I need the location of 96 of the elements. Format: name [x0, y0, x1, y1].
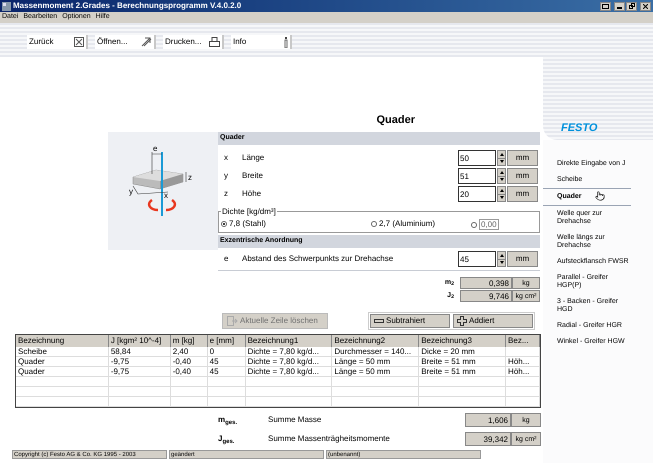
table-cell: Breite = 51 mm — [419, 367, 506, 376]
radio-button[interactable] — [471, 222, 477, 228]
column-header[interactable]: Bez... — [506, 335, 540, 347]
column-header[interactable]: Bezeichnung1 — [246, 335, 332, 347]
column-header[interactable]: Bezeichnung — [16, 335, 109, 347]
axis-symbol: x — [224, 152, 229, 164]
toolbar-button[interactable]: Zurück — [27, 35, 88, 49]
table-cell: Scheibe — [16, 347, 109, 356]
diagram-label: y — [129, 187, 133, 196]
diagram-label: x — [164, 191, 168, 200]
value-field[interactable]: 20 — [458, 186, 496, 202]
delete-row-icon — [227, 316, 238, 326]
field-label: Breite — [242, 170, 264, 182]
close-icon — [74, 37, 84, 47]
field-label: Länge — [242, 152, 266, 164]
column-header[interactable]: m [kg] — [170, 335, 208, 347]
table-cell: Dichte = 7,80 kg/d... — [246, 357, 332, 366]
total-label: Summe Massenträgheitsmomente — [268, 433, 391, 445]
table-cell: Durchmesser = 140... — [332, 347, 420, 356]
minus-icon — [374, 319, 384, 323]
plus-icon — [457, 316, 467, 326]
axis-symbol: e — [224, 253, 230, 265]
column-header[interactable]: Bezeichnung2 — [332, 335, 420, 347]
table-cell: Quader — [16, 357, 109, 366]
spinner-buttons[interactable] — [497, 251, 506, 267]
axis-symbol: z — [224, 188, 229, 200]
info-icon — [284, 36, 288, 48]
field-label: Abstand des Schwerpunkts zur Drehachse — [242, 253, 394, 265]
unit-label: mm — [507, 186, 538, 202]
total-value: 39,342 — [465, 432, 511, 446]
print-window-button[interactable] — [600, 2, 611, 10]
total-symbol: m$_{ges.}$ — [218, 414, 238, 426]
restore-button[interactable] — [626, 2, 637, 10]
printer-icon — [602, 4, 609, 8]
table-cell: Dicke = 20 mm — [419, 347, 506, 356]
printer-icon — [209, 37, 220, 47]
toolbar-button[interactable]: Öffnen... — [95, 35, 156, 49]
table-cell: -9,75 — [108, 357, 171, 366]
axis-symbol: y — [224, 170, 229, 182]
unit-label: mm — [507, 150, 538, 166]
table-cell: 45 — [208, 367, 246, 376]
table-cell: Höh... — [506, 367, 540, 376]
table-cell: -0,40 — [170, 367, 208, 376]
close-button[interactable] — [640, 2, 651, 10]
table-cell: -9,75 — [108, 367, 171, 376]
radio-label: 2,7 (Aluminium) — [379, 218, 436, 230]
result-value: 9,746 — [460, 290, 512, 302]
restore-icon — [628, 3, 634, 9]
table-cell: Länge = 50 mm — [332, 367, 420, 376]
table-cell: 45 — [208, 357, 246, 366]
toolbar-button[interactable]: Info — [231, 35, 292, 49]
value-field[interactable]: 45 — [458, 251, 496, 267]
window-title: Massenmoment 2.Grades - Berechnungsprogramm V.4.0.2.0 — [13, 0, 242, 12]
column-header[interactable]: e [mm] — [208, 335, 246, 347]
table-cell: Breite = 51 mm — [419, 357, 506, 366]
radio-button[interactable] — [371, 221, 377, 227]
table-cell: Länge = 50 mm — [332, 357, 420, 366]
field-label: Höhe — [242, 188, 262, 200]
page-heading: Quader — [376, 112, 415, 128]
table-cell: -0,40 — [170, 357, 208, 366]
result-value: 0,398 — [460, 277, 512, 289]
hand-cursor-icon — [595, 191, 605, 201]
spinner-buttons[interactable] — [497, 168, 506, 184]
table-cell: Dichte = 7,80 kg/d... — [246, 367, 332, 376]
table-cell: Dichte = 7,80 kg/d... — [246, 347, 332, 356]
spinner-buttons[interactable] — [497, 150, 506, 166]
logo: FESTO — [561, 120, 598, 136]
close-icon — [643, 4, 648, 8]
custom-density-field[interactable]: 0,00 — [479, 219, 499, 230]
total-value: 1,606 — [465, 413, 511, 427]
table-cell: 2,40 — [170, 347, 208, 356]
radio-label: 7,8 (Stahl) — [229, 218, 266, 230]
app-icon — [2, 2, 11, 10]
action-button[interactable]: Subtrahiert — [370, 314, 450, 328]
diagram-label: z — [188, 173, 192, 182]
minimize-icon — [617, 6, 622, 8]
table-cell: Quader — [16, 367, 109, 376]
spinner-buttons[interactable] — [497, 186, 506, 202]
table-cell: Höh... — [506, 357, 540, 366]
column-header[interactable]: Bezeichnung3 — [419, 335, 506, 347]
table-cell: 58,84 — [108, 347, 171, 356]
value-field[interactable]: 51 — [458, 168, 496, 184]
action-button[interactable]: Addiert — [453, 314, 533, 328]
arrow-icon — [141, 37, 152, 47]
column-header[interactable]: J [kgm² 10^-4] — [108, 335, 171, 347]
unit-label: mm — [507, 251, 538, 267]
toolbar-button[interactable]: Drucken... — [163, 35, 224, 49]
table-cell: 0 — [208, 347, 246, 356]
group-legend: Dichte [kg/dm³] — [221, 206, 277, 218]
value-field[interactable]: 50 — [458, 150, 496, 166]
unit-label: mm — [507, 168, 538, 184]
total-symbol: J$_{ges.}$ — [218, 433, 236, 445]
minimize-button[interactable] — [614, 2, 625, 10]
radio-button[interactable] — [221, 221, 227, 227]
diagram-label: e — [153, 144, 158, 153]
total-label: Summe Masse — [268, 414, 322, 426]
